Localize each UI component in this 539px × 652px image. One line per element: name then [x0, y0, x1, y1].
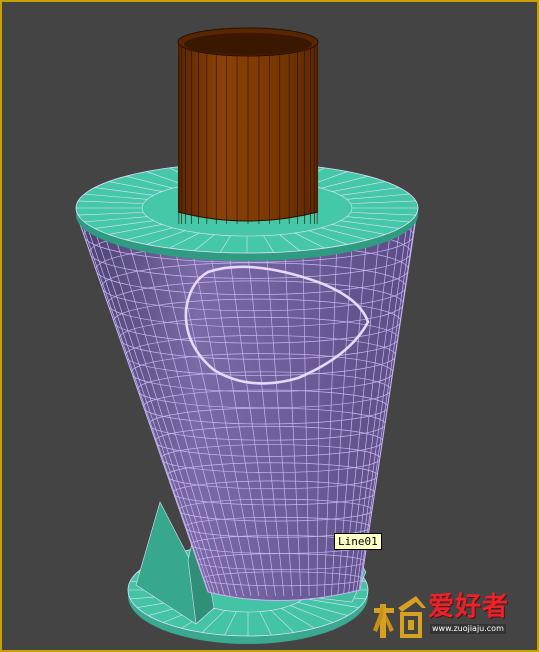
watermark-url: www.zuojiaju.com: [430, 624, 506, 634]
site-watermark: 爱好者 www.zuojiaju.com: [372, 590, 530, 642]
wood-logo-icon: [373, 596, 426, 638]
3d-viewport[interactable]: Line01 爱好者 www.zuojiaju.com: [0, 0, 539, 652]
object-name-tooltip: Line01: [334, 533, 382, 550]
scene-canvas[interactable]: [0, 0, 539, 652]
pipe[interactable]: [177, 27, 319, 224]
watermark-title: 爱好者: [428, 592, 510, 622]
